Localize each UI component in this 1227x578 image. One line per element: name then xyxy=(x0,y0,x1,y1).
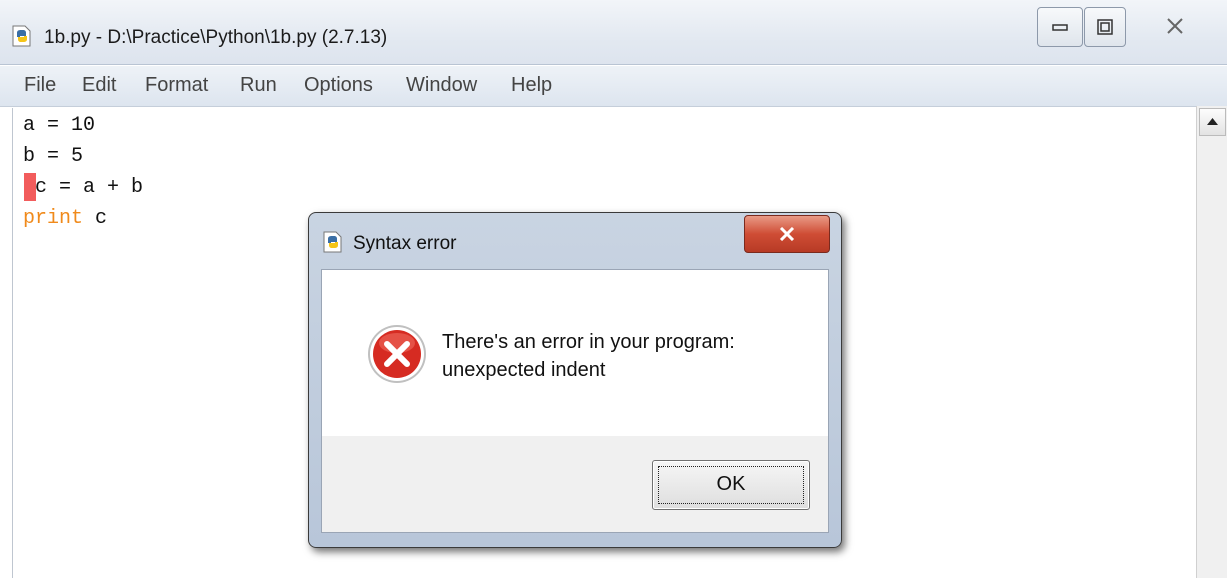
menu-bar: File Edit Format Run Options Window Help xyxy=(0,66,1227,107)
minimize-icon xyxy=(1052,24,1068,31)
error-icon xyxy=(366,323,428,385)
python-file-icon xyxy=(10,24,34,48)
python-file-icon xyxy=(321,230,345,254)
dialog-message-area: There's an error in your program: unexpe… xyxy=(322,270,828,436)
minimize-button[interactable] xyxy=(1037,7,1083,47)
code-line: b = 5 xyxy=(23,145,84,168)
menu-file[interactable]: File xyxy=(24,74,56,97)
menu-run[interactable]: Run xyxy=(240,74,277,97)
scroll-up-button[interactable] xyxy=(1199,108,1226,136)
maximize-icon xyxy=(1097,19,1113,35)
error-highlight-marker xyxy=(24,173,36,201)
error-message: There's an error in your program: unexpe… xyxy=(442,328,735,384)
ok-button[interactable]: OK xyxy=(652,460,810,510)
dialog-title: Syntax error xyxy=(353,233,457,254)
code-line: a = 10 xyxy=(23,114,96,137)
maximize-button[interactable] xyxy=(1084,7,1126,47)
error-message-line: There's an error in your program: xyxy=(442,331,735,353)
code-text: c xyxy=(83,207,108,230)
vertical-scrollbar[interactable] xyxy=(1196,106,1227,578)
menu-format[interactable]: Format xyxy=(145,74,208,97)
arrow-up-icon xyxy=(1207,118,1218,125)
menu-help[interactable]: Help xyxy=(511,74,552,97)
dialog-close-button[interactable] xyxy=(744,215,830,253)
window-titlebar: 1b.py - D:\Practice\Python\1b.py (2.7.13… xyxy=(0,0,1227,65)
window-title: 1b.py - D:\Practice\Python\1b.py (2.7.13… xyxy=(44,27,388,48)
code-line: c = a + b xyxy=(23,176,144,199)
error-message-line: unexpected indent xyxy=(442,359,606,381)
close-window-button[interactable] xyxy=(1133,7,1217,45)
window-controls xyxy=(1037,7,1227,47)
menu-edit[interactable]: Edit xyxy=(82,74,116,97)
ok-button-label: OK xyxy=(716,473,746,495)
code-line: print c xyxy=(23,207,107,230)
syntax-error-dialog: Syntax error There's an error in your pr… xyxy=(308,212,842,548)
keyword-print: print xyxy=(23,207,84,230)
close-icon xyxy=(779,227,795,241)
dialog-body: There's an error in your program: unexpe… xyxy=(321,269,829,533)
close-icon xyxy=(1167,18,1183,34)
menu-options[interactable]: Options xyxy=(304,74,373,97)
menu-window[interactable]: Window xyxy=(406,74,477,97)
